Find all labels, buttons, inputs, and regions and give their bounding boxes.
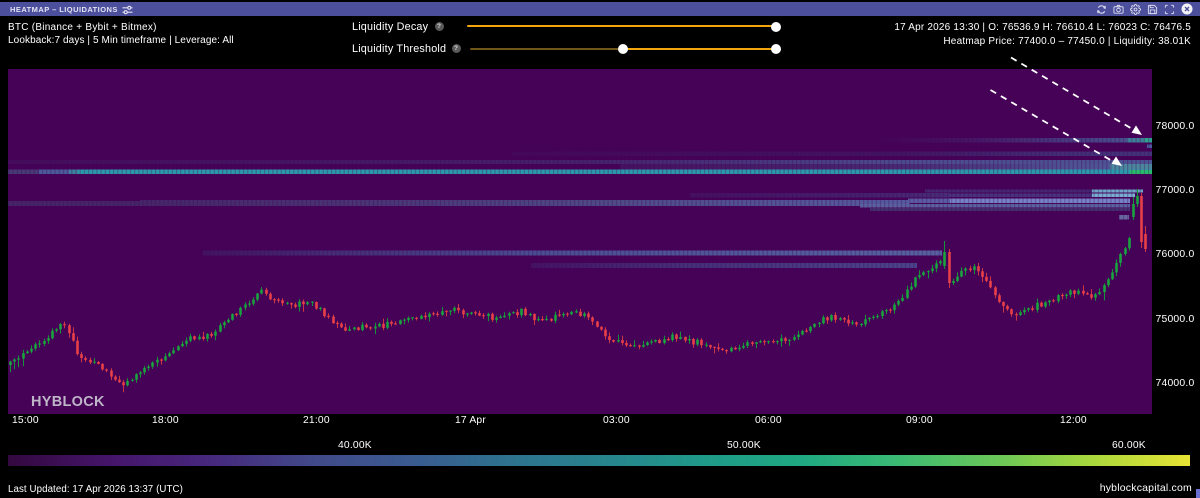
svg-text:HYBLOCK: HYBLOCK [31, 394, 105, 410]
